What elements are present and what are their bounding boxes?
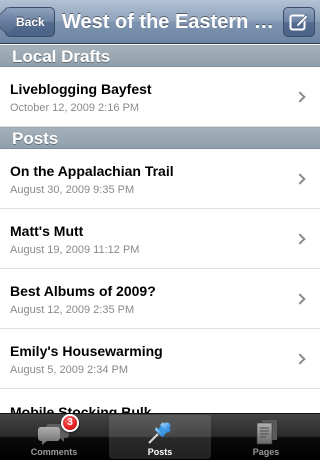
post-title: Matt's Mutt bbox=[10, 223, 84, 239]
draft-row[interactable]: Liveblogging Bayfest October 12, 2009 2:… bbox=[0, 67, 320, 127]
tab-bar: 3 Comments Posts Pages bbox=[0, 413, 320, 460]
pushpin-icon bbox=[148, 422, 171, 444]
back-button[interactable]: Back bbox=[0, 6, 55, 37]
blog-title: West of the Eastern Seaboard bbox=[62, 11, 274, 33]
tab-posts-label: Posts bbox=[147, 447, 173, 457]
navigation-bar: Back West of the Eastern Seaboard bbox=[0, 0, 320, 44]
pages-icon bbox=[256, 420, 277, 445]
post-title: On the Appalachian Trail bbox=[10, 163, 174, 179]
draft-date: October 12, 2009 2:16 PM bbox=[10, 102, 140, 114]
compose-icon bbox=[289, 14, 309, 31]
chevron-right-icon bbox=[294, 173, 306, 185]
post-title: Emily's Housewarming bbox=[10, 343, 163, 359]
section-header-posts: Posts bbox=[0, 127, 320, 149]
post-row[interactable]: Best Albums of 2009? August 12, 2009 2:3… bbox=[0, 269, 320, 329]
chevron-right-icon bbox=[294, 233, 306, 245]
section-header-local-drafts: Local Drafts bbox=[0, 45, 320, 67]
post-date: August 19, 2009 11:12 PM bbox=[10, 244, 140, 256]
tab-comments-label: Comments bbox=[30, 447, 78, 457]
post-row[interactable]: Emily's Housewarming August 5, 2009 2:34… bbox=[0, 329, 320, 389]
chevron-right-icon bbox=[294, 353, 306, 365]
post-row[interactable]: Mobile Stocking Bulk bbox=[0, 389, 320, 413]
tab-comments[interactable]: 3 Comments bbox=[3, 414, 105, 459]
post-date: August 12, 2009 2:35 PM bbox=[10, 304, 135, 316]
chevron-right-icon bbox=[294, 293, 306, 305]
compose-button[interactable] bbox=[283, 7, 315, 37]
post-title: Best Albums of 2009? bbox=[10, 283, 156, 299]
post-row[interactable]: Matt's Mutt August 19, 2009 11:12 PM bbox=[0, 209, 320, 269]
post-date: August 30, 2009 9:35 PM bbox=[10, 184, 135, 196]
back-button-label: Back bbox=[16, 15, 45, 29]
draft-title: Liveblogging Bayfest bbox=[10, 81, 152, 97]
post-title: Mobile Stocking Bulk bbox=[10, 404, 152, 413]
tab-posts[interactable]: Posts bbox=[109, 415, 211, 459]
chevron-right-icon bbox=[294, 91, 306, 103]
tab-pages-label: Pages bbox=[252, 447, 280, 457]
comments-badge: 3 bbox=[61, 414, 79, 432]
post-date: August 5, 2009 2:34 PM bbox=[10, 364, 129, 376]
tab-pages[interactable]: Pages bbox=[215, 415, 317, 459]
post-row[interactable]: On the Appalachian Trail August 30, 2009… bbox=[0, 149, 320, 209]
posts-table[interactable]: Local Drafts Liveblogging Bayfest Octobe… bbox=[0, 45, 320, 413]
